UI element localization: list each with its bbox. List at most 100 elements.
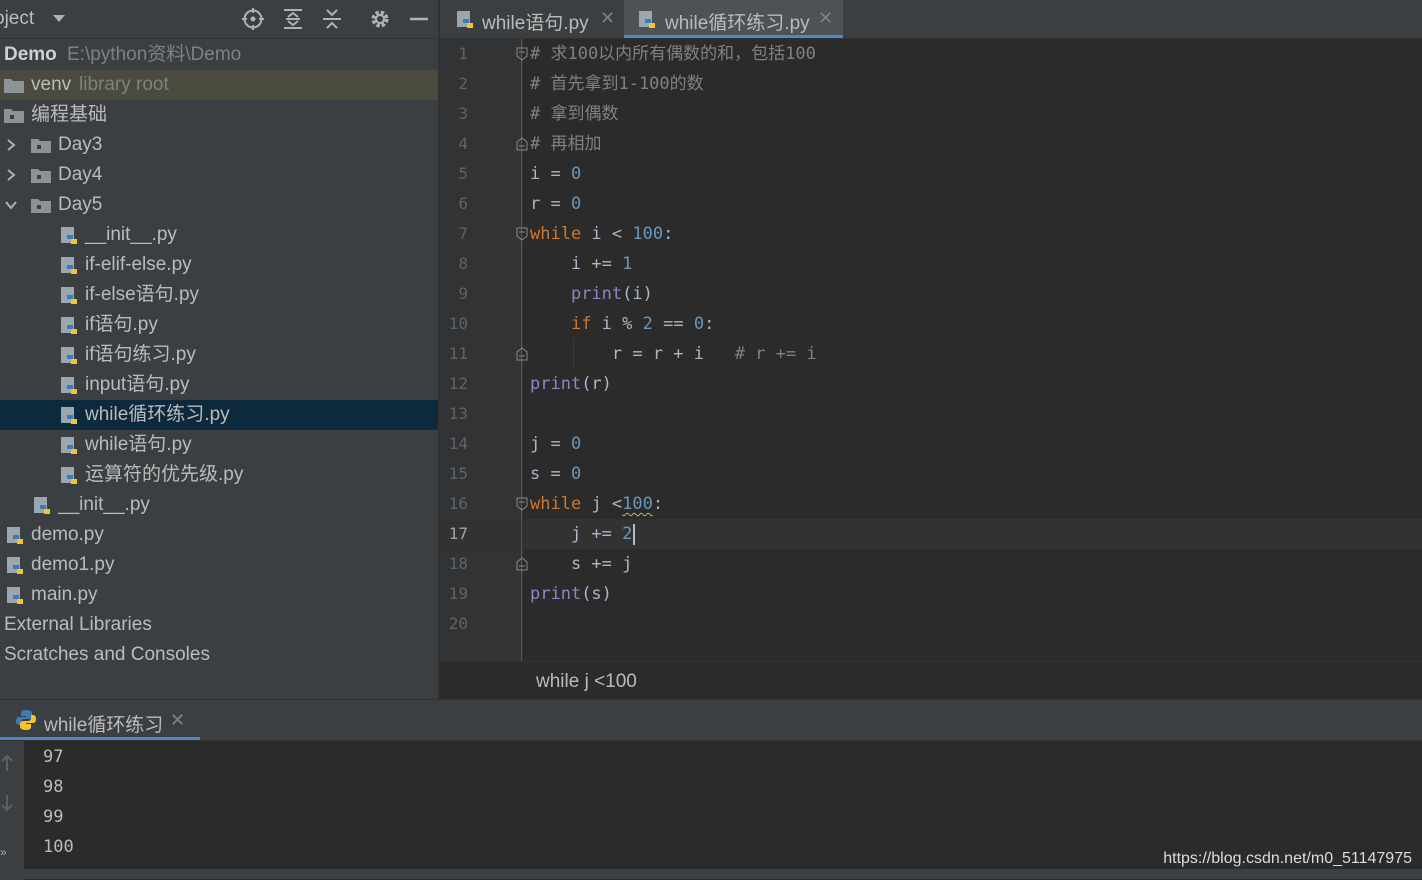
fold-start-icon[interactable] <box>516 227 528 241</box>
tree-item-label: Demo <box>4 44 57 65</box>
python-file-icon <box>7 527 23 544</box>
fold-start-icon[interactable] <box>516 47 528 61</box>
tree-item-label: Day3 <box>58 134 103 155</box>
line-number: 8 <box>458 254 468 273</box>
tree-item-label: if-else语句.py <box>85 284 200 305</box>
tree-item-label: __init__.py <box>85 224 177 245</box>
tree-item-venv[interactable]: venv library root <box>0 70 438 100</box>
close-icon[interactable]: ✕ <box>818 8 833 29</box>
code-line-14: j = 0 <box>530 434 582 454</box>
code-editor[interactable]: 1 2 3 4 5 6 7 8 9 10 11 12 13 14 15 16 1… <box>440 39 1422 661</box>
tree-item-file[interactable]: __init__.py <box>0 220 438 250</box>
tree-item-label: __init__.py <box>58 494 150 515</box>
chevron-down-icon[interactable] <box>2 195 20 215</box>
python-file-icon <box>61 317 77 334</box>
code-line-1: # 求100以内所有偶数的和，包括100 <box>530 44 816 64</box>
line-number: 4 <box>458 134 468 153</box>
status-strip <box>24 869 1422 879</box>
code-line-19: print(s) <box>530 584 612 604</box>
code-line-9: print(i) <box>570 284 653 304</box>
view-dropdown-icon[interactable] <box>53 15 65 22</box>
run-panel: while循环练习 ✕ » 97 98 99 100 https://blog.… <box>0 699 1422 880</box>
run-toolbar: » <box>0 741 24 880</box>
python-file-icon <box>7 587 23 604</box>
fold-end-icon[interactable] <box>516 137 528 151</box>
tree-item-label: Day5 <box>58 194 103 215</box>
close-icon[interactable]: ✕ <box>600 8 615 29</box>
expand-all-icon[interactable] <box>280 6 306 32</box>
arrow-up-icon[interactable] <box>0 753 14 773</box>
python-file-icon <box>61 467 77 484</box>
fold-end-icon[interactable] <box>516 557 528 571</box>
tree-item-label: if语句练习.py <box>85 344 196 365</box>
tree-item-external-libraries[interactable]: External Libraries <box>0 610 438 640</box>
line-number: 10 <box>448 314 468 333</box>
tree-item-file[interactable]: if语句.py <box>0 310 438 340</box>
watermark: https://blog.csdn.net/m0_51147975 <box>1163 850 1412 867</box>
tree-item-demo-root[interactable]: Demo E:\python资料\Demo <box>0 40 438 70</box>
tree-item-file[interactable]: demo.py <box>0 520 438 550</box>
tree-item-scratches[interactable]: Scratches and Consoles <box>0 640 438 670</box>
folder-icon <box>31 169 51 183</box>
code-line-3: # 拿到偶数 <box>530 104 619 124</box>
tab-while-statement[interactable]: while语句.py ✕ <box>440 0 622 38</box>
tree-item-label: if-elif-else.py <box>85 254 192 275</box>
tree-item-day4[interactable]: Day4 <box>0 160 438 190</box>
line-number: 18 <box>448 554 468 573</box>
tree-item-label: demo1.py <box>31 554 115 575</box>
console-output-line: 99 <box>43 807 64 827</box>
tab-label: while语句.py <box>482 13 589 34</box>
tree-item-path: E:\python资料\Demo <box>67 44 242 65</box>
tree-item-programming-basics[interactable]: 编程基础 <box>0 100 438 130</box>
python-file-icon <box>61 257 77 274</box>
close-icon[interactable]: ✕ <box>170 710 185 731</box>
folder-icon <box>31 199 51 213</box>
tree-item-file-selected[interactable]: while循环练习.py <box>0 400 438 430</box>
tree-item-label: venv <box>31 74 72 95</box>
tree-item-label: Day4 <box>58 164 103 185</box>
line-number: 12 <box>448 374 468 393</box>
folder-icon <box>4 109 24 123</box>
tree-item-day5[interactable]: Day5 <box>0 190 438 220</box>
folder-icon <box>4 79 24 93</box>
minimize-icon[interactable] <box>406 6 432 32</box>
collapse-all-icon[interactable] <box>319 6 345 32</box>
more-icon[interactable]: » <box>0 845 7 859</box>
project-panel-header: oject <box>0 0 438 39</box>
tree-item-file[interactable]: demo1.py <box>0 550 438 580</box>
code-line-7: while i < 100: <box>530 224 674 244</box>
tab-while-loop-practice[interactable]: while循环练习.py ✕ <box>624 0 843 38</box>
tree-item-file[interactable]: if-elif-else.py <box>0 250 438 280</box>
line-number: 7 <box>458 224 468 243</box>
chevron-right-icon[interactable] <box>2 165 20 185</box>
line-number: 3 <box>458 104 468 123</box>
console-output-line: 100 <box>43 837 74 857</box>
code-line-12: print(r) <box>530 374 612 394</box>
project-panel: oject <box>0 0 438 699</box>
tree-item-file[interactable]: if语句练习.py <box>0 340 438 370</box>
fold-end-icon[interactable] <box>516 347 528 361</box>
line-number: 2 <box>458 74 468 93</box>
fold-start-icon[interactable] <box>516 497 528 511</box>
tree-item-day3[interactable]: Day3 <box>0 130 438 160</box>
line-number: 20 <box>448 614 468 633</box>
code-line-4: # 再相加 <box>530 134 602 154</box>
breadcrumb[interactable]: while j <100 <box>536 671 637 693</box>
line-number: 11 <box>448 344 468 363</box>
locate-icon[interactable] <box>240 6 266 32</box>
tree-item-file[interactable]: input语句.py <box>0 370 438 400</box>
gear-icon[interactable] <box>367 6 393 32</box>
tree-item-file[interactable]: main.py <box>0 580 438 610</box>
line-number: 6 <box>458 194 468 213</box>
tree-item-file[interactable]: if-else语句.py <box>0 280 438 310</box>
python-file-icon <box>34 497 50 514</box>
run-tab[interactable]: while循环练习 ✕ <box>0 700 200 740</box>
python-file-icon <box>61 227 77 244</box>
tree-item-file[interactable]: 运算符的优先级.py <box>0 460 438 490</box>
tree-item-file[interactable]: __init__.py <box>0 490 438 520</box>
tree-item-file[interactable]: while语句.py <box>0 430 438 460</box>
chevron-right-icon[interactable] <box>2 135 20 155</box>
arrow-down-icon[interactable] <box>0 793 14 813</box>
tree-item-label: 运算符的优先级.py <box>85 464 244 485</box>
project-panel-title[interactable]: oject <box>0 8 34 30</box>
